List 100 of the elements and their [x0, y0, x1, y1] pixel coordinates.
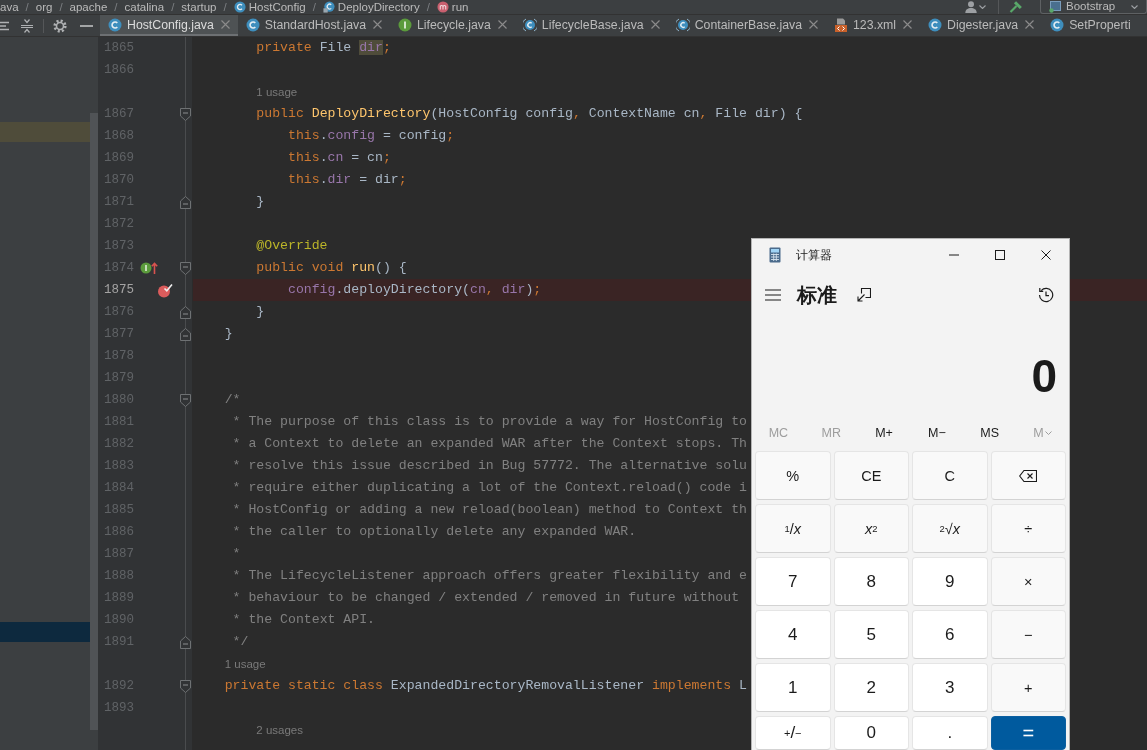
breadcrumb-item[interactable]: org	[35, 0, 53, 14]
memory-button[interactable]: MS	[963, 418, 1017, 448]
class-icon	[1050, 17, 1065, 32]
function-key[interactable]: −	[990, 610, 1066, 659]
editor-tab[interactable]: SetProperti	[1042, 15, 1139, 36]
mode-title: 标准	[797, 282, 837, 308]
class-icon	[245, 17, 260, 32]
digit-key[interactable]: 3	[912, 663, 988, 712]
maximize-icon	[995, 250, 1005, 260]
code-line: this.cn = cn;	[287, 149, 391, 167]
digit-key[interactable]: 2	[833, 663, 909, 712]
xml-file-icon	[834, 17, 848, 32]
caret-icon	[1131, 4, 1138, 9]
code-line: public DeployDirectory(HostConfig config, ContextName cn, File dir) {	[256, 105, 803, 123]
memory-button[interactable]: M−	[910, 418, 964, 448]
function-key[interactable]: ÷	[990, 504, 1066, 553]
scrollbar-thumb[interactable]	[90, 113, 98, 730]
breadcrumb-item[interactable]: apache	[69, 0, 108, 14]
breadcrumb-item[interactable]: HostConfig	[233, 0, 306, 14]
digit-key[interactable]: 9	[912, 557, 988, 606]
breadcrumb-separator: /	[25, 0, 29, 14]
fold-marker-icon[interactable]	[179, 261, 191, 275]
editor-tab[interactable]: Lifecycle.java	[390, 15, 515, 36]
breadcrumb-item[interactable]: DeployDirectory	[322, 0, 420, 14]
close-icon[interactable]	[220, 20, 230, 29]
editor-tab[interactable]: StandardHost.java	[237, 15, 390, 36]
editor-tab[interactable]: LifecycleBase.java	[514, 15, 668, 36]
abstract-class-icon	[522, 17, 537, 32]
fold-marker-icon[interactable]	[179, 195, 191, 209]
code-line: * require either duplicating a lot of the Context.reload() code i	[232, 479, 747, 497]
digit-key[interactable]: 5	[833, 610, 909, 659]
person-icon	[965, 1, 977, 13]
function-key[interactable]: +	[990, 663, 1066, 712]
breakpoint-icon[interactable]	[157, 282, 173, 298]
code-line: * the caller to optionally delete any expanded WAR.	[232, 523, 637, 541]
backspace-icon	[1019, 469, 1038, 482]
hammer-icon	[1009, 1, 1022, 13]
breadcrumb-item[interactable]: ava	[0, 0, 19, 14]
close-icon[interactable]	[809, 20, 818, 29]
fold-marker-icon[interactable]	[179, 679, 191, 693]
code-line: * behaviour to be changed / extended / removed in future without	[232, 589, 740, 607]
fold-marker-icon[interactable]	[179, 305, 191, 319]
chevron-icon	[1044, 431, 1052, 435]
class-icon	[108, 17, 122, 32]
close-icon[interactable]	[903, 20, 913, 29]
fold-marker-icon[interactable]	[179, 327, 191, 341]
fold-marker-icon[interactable]	[179, 635, 191, 649]
line-number: 1875	[103, 283, 135, 297]
editor-tab[interactable]: 123.xml	[826, 15, 921, 36]
display-value: 0	[1031, 351, 1057, 401]
breadcrumb-separator: /	[114, 0, 118, 14]
settings-icon[interactable]	[53, 18, 67, 33]
lines-icon[interactable]	[0, 19, 9, 32]
digit-key[interactable]: 6	[912, 610, 988, 659]
class-icon	[233, 1, 246, 13]
method-icon	[436, 1, 449, 13]
code-line: public void run() {	[256, 259, 407, 277]
interface-icon	[398, 17, 412, 32]
breadcrumb-item[interactable]: startup	[181, 0, 217, 14]
code-line: config.deployDirectory(cn, dir);	[287, 281, 542, 299]
close-icon[interactable]	[497, 20, 507, 29]
editor-tab[interactable]: Digester.java	[920, 15, 1043, 36]
code-line: }	[256, 193, 265, 211]
code-line: /*	[224, 391, 241, 409]
breadcrumb-item[interactable]: run	[436, 0, 469, 14]
minus-icon[interactable]	[80, 24, 93, 27]
digit-key[interactable]: 1	[755, 663, 831, 712]
keep-on-top-icon	[857, 288, 871, 302]
backspace-key[interactable]	[990, 451, 1066, 500]
class-icon	[928, 17, 943, 32]
close-icon[interactable]	[373, 20, 382, 29]
editor-tab[interactable]: HostConfig.java	[100, 15, 238, 36]
function-key[interactable]: CE	[833, 451, 909, 500]
code-line: */	[232, 633, 249, 651]
code-line: *	[232, 545, 241, 563]
fold-marker-icon[interactable]	[179, 393, 191, 407]
digit-key[interactable]: .	[912, 716, 988, 750]
digit-key[interactable]: 4	[755, 610, 831, 659]
code-line: }	[256, 303, 265, 321]
history-icon	[1038, 287, 1054, 303]
code-line: * a Context to delete an expanded WAR after the Context stops. Th	[232, 435, 747, 453]
function-key[interactable]: %	[755, 451, 831, 500]
fold-marker-icon[interactable]	[179, 107, 191, 121]
equals-key[interactable]: =	[990, 716, 1066, 750]
menu-icon	[765, 289, 781, 301]
function-key[interactable]: C	[912, 451, 988, 500]
breadcrumb-item[interactable]: catalina	[124, 0, 165, 14]
digit-key[interactable]: 7	[755, 557, 831, 606]
close-icon[interactable]	[1025, 20, 1035, 29]
digit-key[interactable]: 8	[833, 557, 909, 606]
breadcrumb-separator: /	[171, 0, 175, 14]
interface-up-arrow-icon[interactable]	[140, 261, 158, 275]
digit-key[interactable]: 0	[833, 716, 909, 750]
editor-tab[interactable]: ContainerBase.java	[667, 15, 826, 36]
collapse-icon[interactable]	[20, 18, 34, 33]
calculator-app-icon	[769, 247, 781, 263]
function-key[interactable]: ×	[990, 557, 1066, 606]
code-line: * HostConfig or adding a new reload(boolean) method to Context th	[232, 501, 747, 519]
memory-button[interactable]: M+	[857, 418, 911, 448]
close-icon[interactable]	[650, 20, 660, 29]
